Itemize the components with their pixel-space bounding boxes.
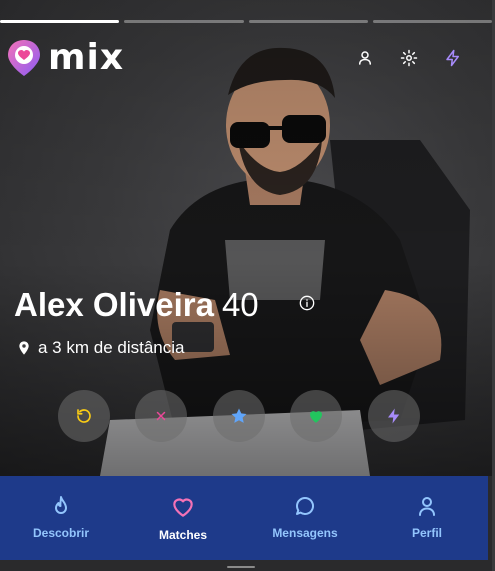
info-icon[interactable] xyxy=(299,295,315,311)
star-icon xyxy=(231,408,247,423)
app-frame: mix Alex Oliveira 40 a 3 km de distância xyxy=(0,0,495,571)
nav-item-matches[interactable]: Matches xyxy=(122,476,244,560)
progress-segment xyxy=(0,20,120,23)
flame-icon xyxy=(55,496,67,514)
user-icon[interactable] xyxy=(356,49,374,67)
nav-label: Matches xyxy=(158,528,208,542)
progress-segment xyxy=(248,20,368,23)
heart-icon xyxy=(173,498,193,517)
location-pin-icon xyxy=(19,341,29,355)
like-button[interactable] xyxy=(290,390,342,442)
gear-icon[interactable] xyxy=(400,49,418,67)
bottom-nav: Descobrir Matches Mensagens Perfil xyxy=(0,476,488,560)
distance-text: a 3 km de distância xyxy=(38,338,185,357)
super-like-button[interactable] xyxy=(213,390,265,442)
resize-handle[interactable] xyxy=(227,566,255,568)
distance-row: a 3 km de distância xyxy=(16,338,184,358)
app-logo: mix xyxy=(6,38,124,78)
action-buttons xyxy=(58,390,420,442)
profile-age: 40 xyxy=(221,286,259,323)
logo-text: mix xyxy=(48,37,125,78)
progress-segment xyxy=(124,20,244,23)
profile-card[interactable]: mix Alex Oliveira 40 a 3 km de distância xyxy=(0,0,492,476)
nav-item-perfil[interactable]: Perfil xyxy=(366,476,488,560)
rewind-icon xyxy=(77,409,91,423)
message-icon xyxy=(295,497,314,515)
header-actions xyxy=(356,49,462,67)
heart-icon xyxy=(310,411,322,423)
nav-label: Mensagens xyxy=(272,526,338,540)
nav-item-descobrir[interactable]: Descobrir xyxy=(0,476,122,560)
x-icon xyxy=(156,411,166,421)
bolt-icon[interactable] xyxy=(444,49,462,67)
logo-pin-icon xyxy=(8,40,40,76)
progress-segment xyxy=(372,20,492,23)
nav-item-mensagens[interactable]: Mensagens xyxy=(244,476,366,560)
rewind-button[interactable] xyxy=(58,390,110,442)
photo-progress xyxy=(0,20,492,23)
nav-label: Descobrir xyxy=(32,526,90,540)
dislike-button[interactable] xyxy=(135,390,187,442)
boost-button[interactable] xyxy=(368,390,420,442)
profile-name-row: Alex Oliveira 40 xyxy=(14,286,259,324)
nav-label: Perfil xyxy=(411,526,442,540)
user-icon xyxy=(419,497,435,516)
profile-name: Alex Oliveira xyxy=(14,286,214,323)
bolt-icon xyxy=(388,408,400,424)
